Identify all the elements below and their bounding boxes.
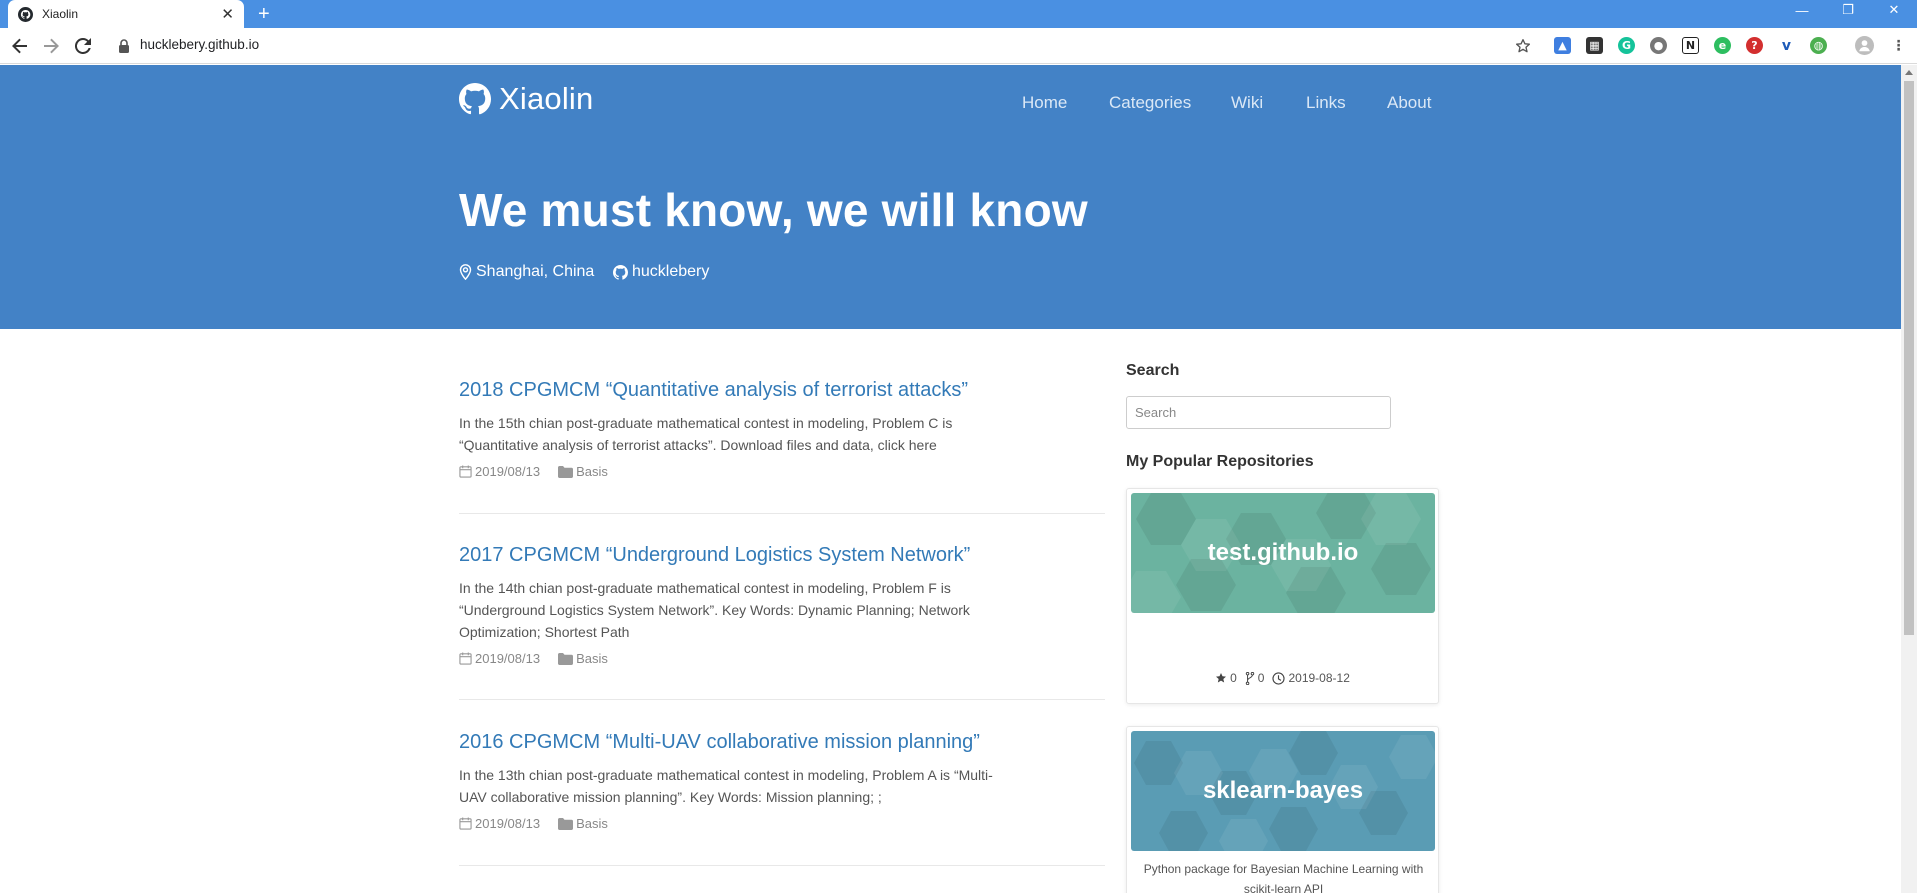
scrollbar-thumb[interactable] [1904, 81, 1914, 635]
grammarly-icon[interactable]: G [1618, 37, 1635, 54]
github-username: hucklebery [632, 263, 710, 280]
minimize-window-button[interactable]: — [1779, 0, 1825, 20]
map-marker-icon [459, 264, 472, 280]
tab-title: Xiaolin [42, 7, 79, 21]
nav-wiki[interactable]: Wiki [1231, 93, 1263, 113]
earth-extension-icon[interactable]: ◍ [1810, 37, 1827, 54]
new-tab-button[interactable]: + [258, 2, 270, 26]
github-small-icon [613, 264, 628, 280]
reload-icon[interactable] [71, 34, 95, 58]
lock-icon [118, 39, 130, 53]
folder-icon [558, 817, 574, 830]
browser-menu-icon[interactable]: ⋮ [1890, 37, 1907, 54]
repo-stats: 0 0 2019-08-12 [1127, 671, 1438, 685]
post-excerpt: In the 14th chian post-graduate mathemat… [459, 580, 970, 640]
nav-home[interactable]: Home [1022, 93, 1067, 113]
location-text: Shanghai, China [476, 263, 595, 280]
post-excerpt: In the 13th chian post-graduate mathemat… [459, 767, 993, 805]
post-meta: 2019/08/13 Basis [459, 651, 608, 666]
scroll-up-icon[interactable] [1905, 70, 1913, 75]
post-date: 2019/08/13 [475, 651, 541, 666]
v-extension-icon[interactable]: v [1778, 37, 1795, 54]
close-window-button[interactable]: ✕ [1871, 0, 1917, 20]
dashboard-icon[interactable]: ▦ [1586, 37, 1603, 54]
browser-tab-strip: Xiaolin ✕ + — ❐ ✕ [0, 0, 1917, 28]
folder-icon [558, 465, 574, 478]
calendar-icon [459, 652, 472, 665]
repos-heading: My Popular Repositories [1126, 453, 1314, 470]
repo-card[interactable]: test.github.io 0 0 2019-08-12 [1126, 488, 1439, 704]
post-date: 2019/08/13 [475, 464, 541, 479]
folder-icon [558, 652, 574, 665]
github-favicon-icon [18, 6, 33, 22]
github-logo-icon [459, 83, 492, 115]
restore-window-button[interactable]: ❐ [1825, 0, 1871, 20]
repo-name: test.github.io [1207, 539, 1359, 566]
repo-banner: sklearn-bayes [1131, 731, 1435, 851]
address-bar[interactable]: hucklebery.github.io [140, 37, 259, 52]
post-divider [459, 865, 1105, 866]
post-meta: 2019/08/13 Basis [459, 464, 608, 479]
forward-icon[interactable] [39, 34, 63, 58]
search-heading: Search [1126, 362, 1180, 379]
post-category-link[interactable]: Basis [576, 816, 608, 831]
repo-stars: 0 [1215, 671, 1237, 685]
close-tab-icon[interactable]: ✕ [221, 7, 234, 22]
nav-categories[interactable]: Categories [1109, 93, 1191, 113]
site-brand-link[interactable]: Xiaolin [459, 81, 593, 117]
post-title-link[interactable]: 2016 CPGMCM “Multi-UAV collaborative mis… [459, 731, 980, 754]
site-header: Xiaolin Home Categories Wiki Links About… [0, 65, 1901, 329]
star-icon [1216, 673, 1227, 683]
post-category-link[interactable]: Basis [576, 651, 608, 666]
circle-extension-icon[interactable]: ● [1650, 37, 1667, 54]
post-meta: 2019/08/13 Basis [459, 816, 608, 831]
post-divider [459, 699, 1105, 700]
browser-tab[interactable]: Xiaolin ✕ [8, 0, 244, 28]
calendar-icon [459, 817, 472, 830]
hero-title: We must know, we will know [459, 184, 1088, 236]
repo-card[interactable]: sklearn-bayes Python package for Bayesia… [1126, 726, 1439, 893]
evernote-icon[interactable]: e [1714, 37, 1731, 54]
graduation-cap-icon[interactable]: ▲ [1554, 37, 1571, 54]
help-extension-icon[interactable]: ? [1746, 37, 1763, 54]
post-title-link[interactable]: 2017 CPGMCM “Underground Logistics Syste… [459, 544, 970, 567]
fork-icon [1245, 671, 1255, 685]
notion-icon[interactable]: N [1682, 37, 1699, 54]
repo-updated: 2019-08-12 [1272, 671, 1350, 685]
site-name: Xiaolin [499, 81, 594, 116]
profile-avatar-icon[interactable] [1855, 36, 1874, 55]
repo-name: sklearn-bayes [1202, 777, 1364, 804]
clock-icon [1272, 671, 1286, 685]
post-category-link[interactable]: Basis [576, 464, 608, 479]
post-date: 2019/08/13 [475, 816, 541, 831]
bookmark-star-icon[interactable] [1512, 35, 1534, 57]
github-profile-link[interactable]: hucklebery [613, 263, 709, 281]
post-divider [459, 513, 1105, 514]
post-title-link[interactable]: 2018 CPGMCM “Quantitative analysis of te… [459, 379, 968, 402]
search-input[interactable] [1126, 396, 1391, 429]
repo-forks: 0 [1245, 671, 1264, 685]
location-info: Shanghai, China [459, 263, 594, 281]
repo-banner: test.github.io [1131, 493, 1435, 613]
page-viewport: Xiaolin Home Categories Wiki Links About… [0, 65, 1901, 893]
nav-links[interactable]: Links [1306, 93, 1346, 113]
calendar-icon [459, 465, 472, 478]
back-icon[interactable] [8, 34, 32, 58]
post-excerpt: In the 15th chian post-graduate mathemat… [459, 415, 953, 453]
browser-toolbar: hucklebery.github.io ▲ ▦ G ● N e ? v ◍ ⋮ [0, 28, 1917, 64]
nav-about[interactable]: About [1387, 93, 1431, 113]
page-scrollbar[interactable] [1901, 65, 1917, 893]
repo-description: Python package for Bayesian Machine Lear… [1143, 862, 1424, 893]
